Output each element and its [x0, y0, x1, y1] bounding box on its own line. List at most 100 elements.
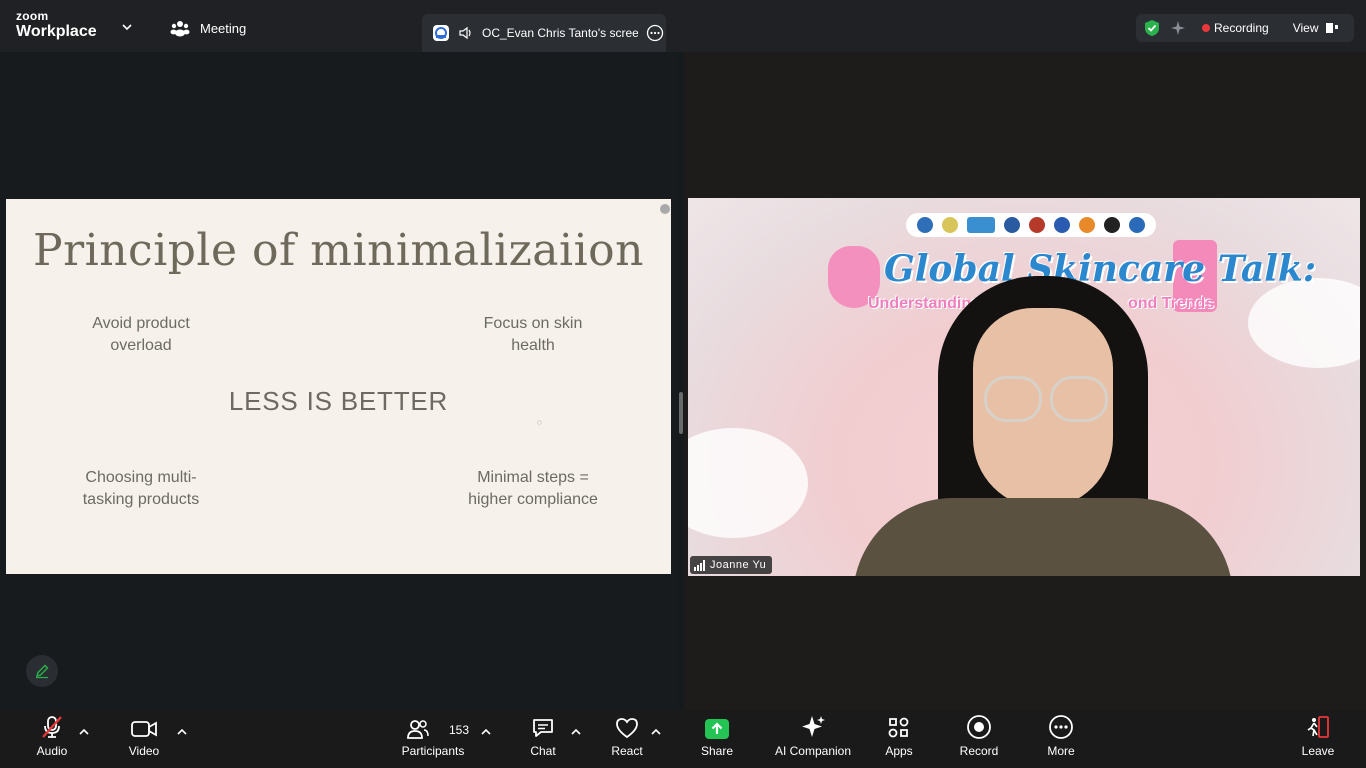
- slide-item-line: higher compliance: [468, 491, 598, 508]
- slide-item-line: Focus on skin: [483, 315, 583, 332]
- sponsor-logo: [1054, 217, 1071, 233]
- slide-item-multitasking: Choosing multi- tasking products: [56, 467, 226, 511]
- sponsor-logo: [1079, 217, 1096, 233]
- participants-count: 153: [449, 723, 470, 737]
- view-button[interactable]: View: [1293, 21, 1339, 35]
- audio-options-chevron-up-icon[interactable]: [78, 726, 90, 738]
- sponsor-logo: [1003, 217, 1020, 233]
- heart-icon: [616, 718, 638, 739]
- top-bar: zoom Workplace Meeting OC_Evan Chris Tan…: [0, 0, 1366, 52]
- more-options-icon[interactable]: [646, 24, 664, 42]
- zoom-meeting-window: zoom Workplace Meeting OC_Evan Chris Tan…: [0, 0, 1366, 768]
- meeting-controls-bar: Audio Video Participants 153 Chat React …: [0, 710, 1366, 768]
- participants-options-chevron-up-icon[interactable]: [480, 726, 492, 738]
- slide-item-line: overload: [110, 337, 172, 354]
- slide-item-minimal-steps: Minimal steps = higher compliance: [443, 467, 623, 511]
- slide-item-line: Choosing multi-: [85, 469, 197, 486]
- logo-zoom-text: zoom: [16, 9, 49, 23]
- sponsor-logo: [916, 217, 933, 233]
- chat-bubble-icon: [533, 719, 553, 737]
- participants-button[interactable]: Participants: [398, 710, 468, 768]
- meeting-label: Meeting: [200, 20, 247, 36]
- react-label: React: [611, 744, 643, 758]
- recording-indicator[interactable]: Recording: [1202, 21, 1269, 35]
- slide-item-avoid-overload: Avoid product overload: [66, 313, 216, 357]
- ai-companion-label: AI Companion: [774, 744, 852, 758]
- participants-icon: [407, 720, 429, 739]
- ai-sparkle-icon[interactable]: [1170, 20, 1186, 36]
- slide-item-skin-health: Focus on skin health: [458, 313, 608, 357]
- audio-button[interactable]: Audio: [26, 710, 78, 768]
- recording-dot-icon: [1202, 24, 1210, 32]
- logo-workplace-text: Workplace: [16, 23, 97, 40]
- share-app-icon: [433, 25, 449, 41]
- sponsor-logo: [1129, 217, 1146, 233]
- sponsor-logo: [1104, 217, 1121, 233]
- ai-companion-button[interactable]: AI Companion: [770, 710, 856, 768]
- screen-share-tab[interactable]: OC_Evan Chris Tanto's screen: [422, 14, 666, 52]
- slide-item-line: Avoid product: [92, 315, 190, 332]
- participant-name: Joanne Yu: [710, 559, 767, 571]
- video-button[interactable]: Video: [118, 710, 170, 768]
- ai-companion-sparkle-icon: [802, 716, 825, 737]
- shield-check-icon[interactable]: [1144, 19, 1160, 37]
- speaker-glasses: [984, 376, 1042, 422]
- record-button[interactable]: Record: [956, 710, 1002, 768]
- more-ellipsis-icon: [1049, 715, 1073, 739]
- slide-item-line: tasking products: [82, 491, 200, 508]
- chat-options-chevron-up-icon[interactable]: [570, 726, 582, 738]
- pencil-icon: [35, 664, 49, 679]
- more-button[interactable]: More: [1040, 710, 1082, 768]
- view-label: View: [1292, 21, 1319, 35]
- status-group: Recording View: [1136, 14, 1354, 42]
- speaker-video[interactable]: Global Skincare Talk: Understanding ond …: [688, 198, 1360, 576]
- speaker-sweater: [853, 498, 1233, 576]
- banner-subtitle-right: ond Trends: [1128, 295, 1215, 312]
- participants-paw-icon: [170, 21, 190, 37]
- share-tab-title: OC_Evan Chris Tanto's screen: [482, 26, 638, 40]
- zoom-logo: zoom Workplace: [16, 10, 97, 40]
- banner-title: Global Skincare Talk:: [884, 248, 1317, 290]
- react-options-chevron-up-icon[interactable]: [650, 726, 662, 738]
- share-label: Share: [700, 744, 734, 758]
- view-layout-icon: [1325, 23, 1338, 33]
- background-cloud: [688, 428, 808, 538]
- recording-label: Recording: [1214, 21, 1269, 35]
- pane-resize-handle[interactable]: [679, 392, 683, 434]
- apps-label: Apps: [885, 744, 913, 758]
- leave-label: Leave: [1301, 744, 1335, 758]
- video-label: Video: [128, 744, 160, 758]
- presentation-slide: Principle of minimalizaiion Avoid produc…: [6, 199, 671, 574]
- share-button[interactable]: Share: [697, 710, 737, 768]
- signal-strength-icon: [694, 559, 705, 571]
- leave-exit-icon: [1307, 716, 1329, 738]
- slide-item-line: health: [511, 337, 555, 354]
- record-icon: [967, 715, 991, 739]
- mouse-cursor-icon: ◌: [537, 418, 542, 427]
- video-options-chevron-up-icon[interactable]: [176, 726, 188, 738]
- slide-close-icon[interactable]: [660, 204, 670, 214]
- sponsor-logo: [1028, 217, 1045, 233]
- sponsor-logo: [966, 217, 995, 233]
- meeting-button[interactable]: Meeting: [170, 18, 246, 38]
- react-button[interactable]: React: [606, 710, 648, 768]
- record-label: Record: [959, 744, 999, 758]
- chat-button[interactable]: Chat: [522, 710, 564, 768]
- chat-label: Chat: [530, 744, 556, 758]
- slide-title: Principle of minimalizaiion: [33, 225, 644, 276]
- apps-button[interactable]: Apps: [879, 710, 919, 768]
- leave-button[interactable]: Leave: [1296, 710, 1340, 768]
- background-cloud: [1248, 278, 1360, 368]
- annotate-button[interactable]: [26, 655, 58, 687]
- video-camera-icon: [131, 721, 157, 737]
- participants-label: Participants: [401, 744, 465, 758]
- apps-grid-icon: [888, 717, 909, 738]
- slide-item-line: Minimal steps =: [477, 469, 589, 486]
- speaker-icon: [459, 26, 471, 40]
- chevron-down-icon[interactable]: [120, 20, 134, 34]
- sponsor-logo: [941, 217, 958, 233]
- audio-label: Audio: [36, 744, 68, 758]
- share-screen-arrow-icon: [705, 719, 729, 739]
- slide-center-text: LESS IS BETTER: [228, 386, 449, 416]
- microphone-muted-icon: [42, 716, 62, 738]
